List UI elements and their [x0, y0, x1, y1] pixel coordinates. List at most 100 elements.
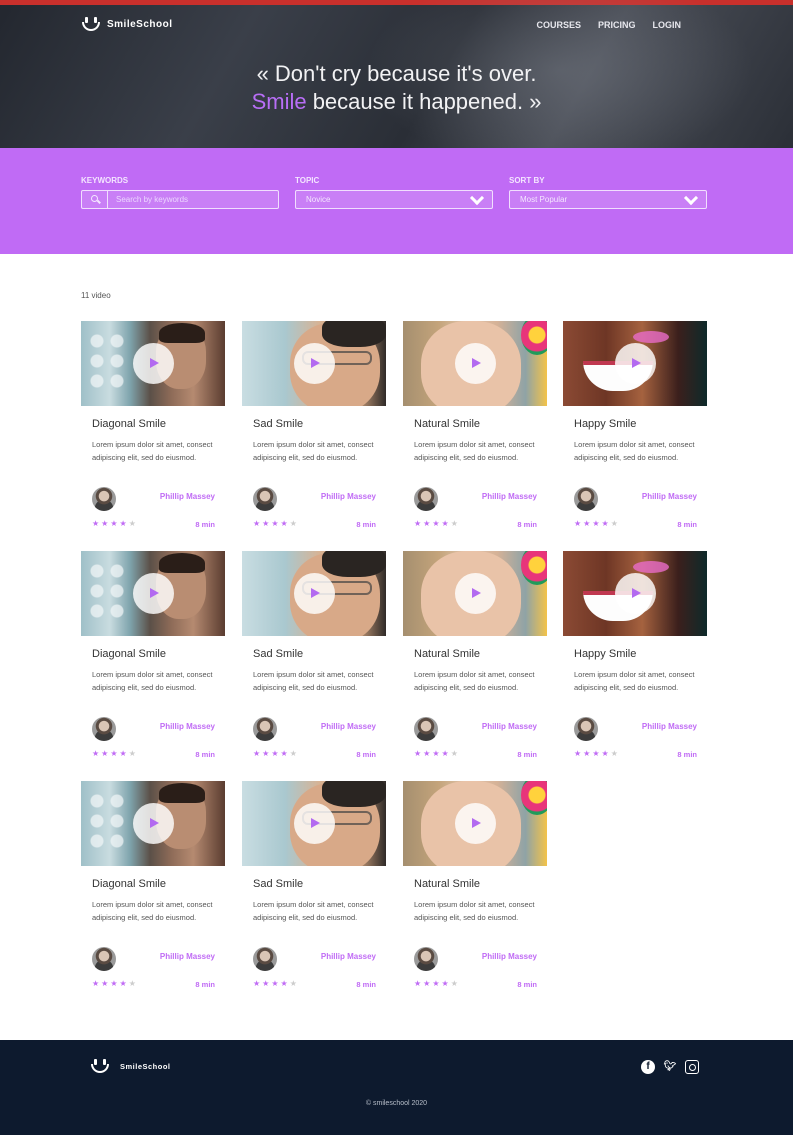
sort-label: SORT BY	[509, 176, 545, 185]
play-icon[interactable]	[455, 573, 496, 614]
video-title: Sad Smile	[253, 878, 304, 890]
video-card[interactable]: Happy Smile Lorem ipsum dolor sit amet, c…	[563, 551, 707, 766]
nav-pricing[interactable]: PRICING	[598, 20, 636, 30]
star-icon: ★	[592, 749, 602, 758]
star-icon: ★	[128, 519, 138, 528]
video-card[interactable]: Sad Smile Lorem ipsum dolor sit amet, con…	[242, 321, 386, 536]
video-card[interactable]: Natural Smile Lorem ipsum dolor sit amet,…	[403, 551, 547, 766]
video-card[interactable]: Sad Smile Lorem ipsum dolor sit amet, con…	[242, 551, 386, 766]
video-description: Lorem ipsum dolor sit amet, consect adip…	[92, 900, 213, 922]
star-icon: ★	[280, 749, 290, 758]
smile-logo-icon	[90, 1058, 110, 1074]
video-card[interactable]: Sad Smile Lorem ipsum dolor sit amet, con…	[242, 781, 386, 996]
play-icon[interactable]	[294, 343, 335, 384]
star-icon: ★	[432, 519, 442, 528]
video-title: Happy Smile	[574, 418, 637, 430]
star-icon: ★	[128, 749, 138, 758]
star-icon: ★	[253, 979, 263, 988]
star-icon: ★	[128, 979, 138, 988]
author-name[interactable]: Phillip Massey	[482, 492, 537, 501]
play-icon[interactable]	[455, 343, 496, 384]
video-description: Lorem ipsum dolor sit amet, consect adip…	[414, 670, 535, 692]
video-description: Lorem ipsum dolor sit amet, consect adip…	[414, 900, 535, 922]
play-icon[interactable]	[294, 573, 335, 614]
avatar	[414, 717, 438, 741]
star-icon: ★	[432, 749, 442, 758]
sort-select[interactable]: Most Popular	[509, 190, 707, 209]
twitter-icon[interactable]: 🐦︎	[663, 1060, 677, 1074]
keywords-search-input[interactable]	[108, 195, 268, 204]
author-name[interactable]: Phillip Massey	[160, 492, 215, 501]
play-icon[interactable]	[615, 343, 656, 384]
play-icon[interactable]	[294, 803, 335, 844]
keywords-search-box	[81, 190, 279, 209]
video-card[interactable]: Diagonal Smile Lorem ipsum dolor sit amet…	[81, 321, 225, 536]
video-thumbnail[interactable]	[403, 781, 547, 866]
author-name[interactable]: Phillip Massey	[160, 952, 215, 961]
author-name[interactable]: Phillip Massey	[321, 492, 376, 501]
play-icon[interactable]	[133, 343, 174, 384]
video-duration: 8 min	[677, 520, 697, 529]
main-nav: COURSES PRICING LOGIN	[536, 20, 681, 30]
star-icon: ★	[280, 979, 290, 988]
star-rating: ★★★★★	[414, 749, 460, 758]
author-name[interactable]: Phillip Massey	[482, 722, 537, 731]
star-icon: ★	[610, 519, 620, 528]
star-icon: ★	[414, 519, 424, 528]
play-icon[interactable]	[133, 803, 174, 844]
video-thumbnail[interactable]	[563, 321, 707, 406]
brand-logo[interactable]: SmileSchool	[81, 16, 173, 32]
play-icon[interactable]	[455, 803, 496, 844]
video-duration: 8 min	[517, 750, 537, 759]
video-thumbnail[interactable]	[242, 321, 386, 406]
video-title: Natural Smile	[414, 648, 481, 660]
play-icon[interactable]	[615, 573, 656, 614]
instagram-icon[interactable]	[685, 1060, 699, 1074]
video-card[interactable]: Happy Smile Lorem ipsum dolor sit amet, c…	[563, 321, 707, 536]
video-thumbnail[interactable]	[242, 781, 386, 866]
facebook-icon[interactable]: f	[641, 1060, 655, 1074]
footer-logo[interactable]: SmileSchool	[90, 1058, 171, 1074]
nav-login[interactable]: LOGIN	[653, 20, 682, 30]
video-duration: 8 min	[195, 980, 215, 989]
author-name[interactable]: Phillip Massey	[321, 722, 376, 731]
video-description: Lorem ipsum dolor sit amet, consect adip…	[92, 670, 213, 692]
star-icon: ★	[119, 979, 129, 988]
video-thumbnail[interactable]	[81, 781, 225, 866]
star-rating: ★★★★★	[574, 749, 620, 758]
star-icon: ★	[271, 979, 281, 988]
video-card[interactable]: Natural Smile Lorem ipsum dolor sit amet,…	[403, 321, 547, 536]
avatar	[253, 947, 277, 971]
author-name[interactable]: Phillip Massey	[642, 492, 697, 501]
topic-selected-value: Novice	[306, 195, 331, 204]
topic-select[interactable]: Novice	[295, 190, 493, 209]
video-title: Sad Smile	[253, 648, 304, 660]
author-name[interactable]: Phillip Massey	[160, 722, 215, 731]
star-icon: ★	[289, 979, 299, 988]
video-thumbnail[interactable]	[242, 551, 386, 636]
hero-quote: « Don't cry because it's over. Smile bec…	[0, 60, 793, 116]
author-name[interactable]: Phillip Massey	[642, 722, 697, 731]
star-icon: ★	[414, 979, 424, 988]
video-thumbnail[interactable]	[563, 551, 707, 636]
video-card[interactable]: Natural Smile Lorem ipsum dolor sit amet,…	[403, 781, 547, 996]
page: SmileSchool COURSES PRICING LOGIN « Don'…	[0, 0, 793, 1135]
play-icon[interactable]	[133, 573, 174, 614]
video-thumbnail[interactable]	[81, 551, 225, 636]
star-icon: ★	[262, 749, 272, 758]
star-icon: ★	[101, 519, 111, 528]
sort-filter: SORT BY Most Popular	[509, 176, 707, 209]
author-name[interactable]: Phillip Massey	[482, 952, 537, 961]
nav-courses[interactable]: COURSES	[536, 20, 581, 30]
video-description: Lorem ipsum dolor sit amet, consect adip…	[574, 440, 695, 462]
author-name[interactable]: Phillip Massey	[321, 952, 376, 961]
video-thumbnail[interactable]	[403, 321, 547, 406]
video-thumbnail[interactable]	[81, 321, 225, 406]
search-icon[interactable]	[82, 191, 108, 208]
quote-line-2-rest: because it happened. »	[306, 89, 542, 114]
video-card[interactable]: Diagonal Smile Lorem ipsum dolor sit amet…	[81, 781, 225, 996]
video-description: Lorem ipsum dolor sit amet, consect adip…	[253, 440, 374, 462]
video-thumbnail[interactable]	[403, 551, 547, 636]
video-card[interactable]: Diagonal Smile Lorem ipsum dolor sit amet…	[81, 551, 225, 766]
avatar	[92, 947, 116, 971]
